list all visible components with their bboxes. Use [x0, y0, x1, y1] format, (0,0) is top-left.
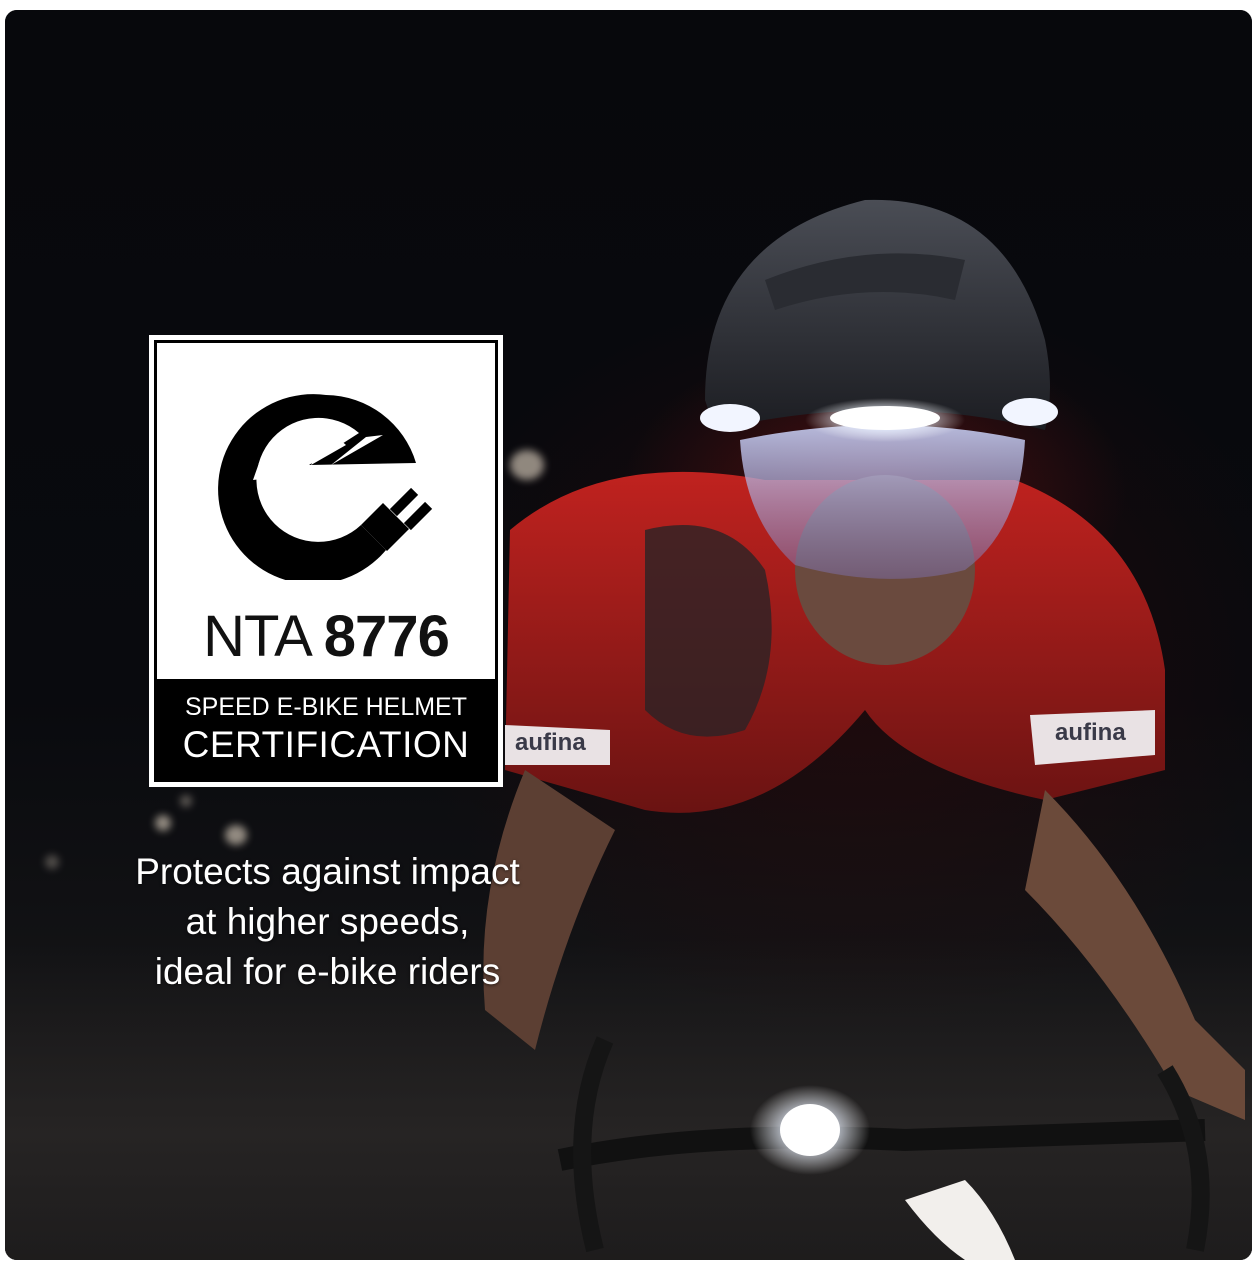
jersey-brand: aufina: [1055, 719, 1126, 746]
certification-subtitle: SPEED E-BIKE HELMET: [184, 693, 468, 721]
certification-band: SPEED E-BIKE HELMET CERTIFICATION: [157, 679, 495, 779]
certification-code: NTA 8776: [157, 603, 495, 670]
tagline-line: Protects against impact: [135, 851, 520, 892]
feature-tagline: Protects against impact at higher speeds…: [45, 847, 610, 997]
product-image-card: aufina aufina NTA 8776 SPEED E-BIKE HELM…: [5, 10, 1252, 1260]
nta-certification-badge: NTA 8776 SPEED E-BIKE HELMET CERTIFICATI…: [149, 335, 503, 787]
certification-prefix: NTA: [203, 604, 309, 669]
e-bike-plug-logo-icon: [218, 394, 433, 580]
jersey-brand: aufina: [515, 729, 586, 756]
certification-title: CERTIFICATION: [182, 724, 470, 765]
badge-frame: NTA 8776 SPEED E-BIKE HELMET CERTIFICATI…: [154, 340, 498, 782]
tagline-line: ideal for e-bike riders: [154, 951, 501, 992]
tagline-line: at higher speeds,: [185, 901, 470, 942]
certification-number: 8776: [323, 604, 450, 669]
